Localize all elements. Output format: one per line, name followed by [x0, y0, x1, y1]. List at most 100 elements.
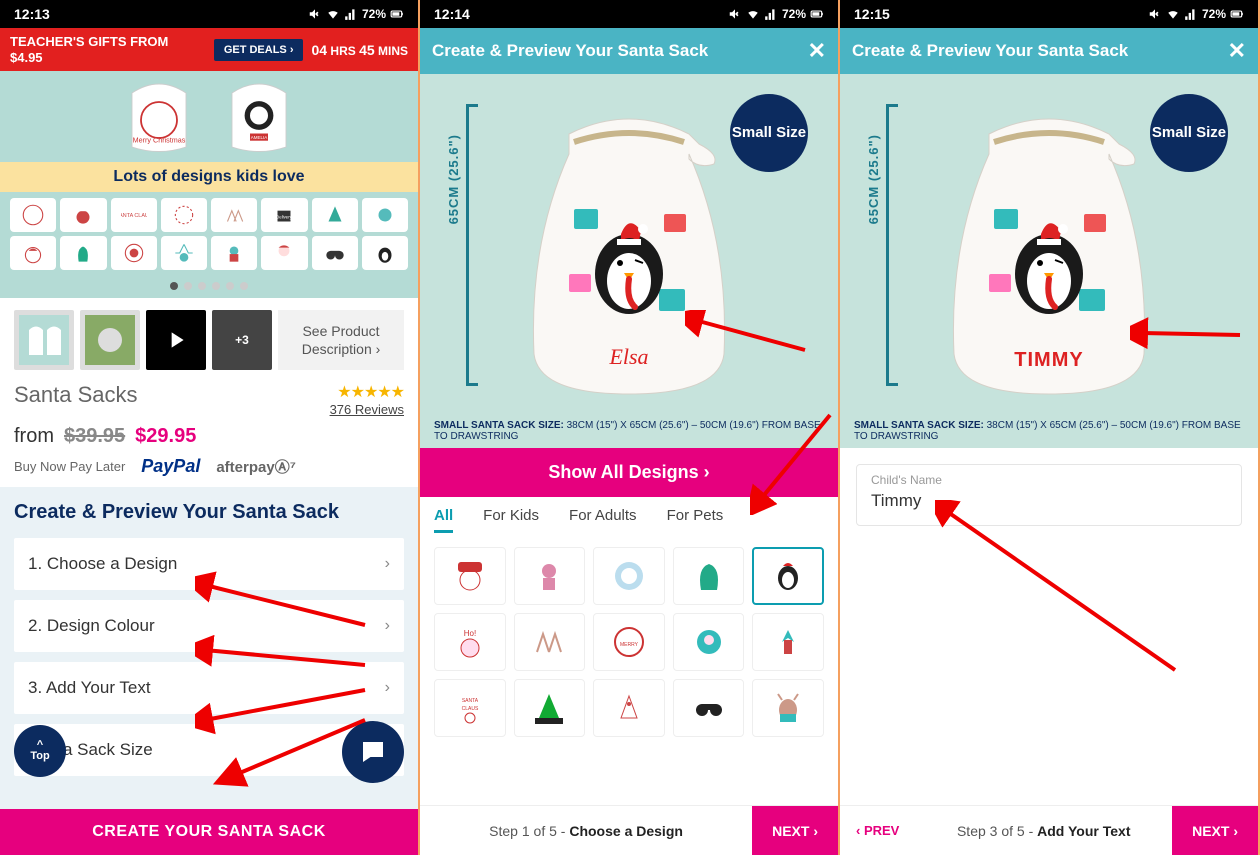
design-option[interactable] — [514, 613, 586, 671]
mini-design[interactable] — [312, 236, 358, 270]
mini-design[interactable] — [10, 236, 56, 270]
chat-button[interactable] — [342, 721, 404, 783]
see-description-button[interactable]: See Product Description › — [278, 310, 404, 370]
clock: 12:13 — [14, 6, 50, 22]
mini-design[interactable] — [312, 198, 358, 232]
designs-heading: Lots of designs kids love — [0, 162, 418, 192]
stars-icon: ★★★★★ — [330, 382, 404, 402]
mini-design[interactable] — [362, 198, 408, 232]
mini-design[interactable] — [10, 198, 56, 232]
name-panel: Child's Name Timmy — [840, 448, 1258, 805]
status-icons: 72% — [1148, 7, 1244, 21]
preview-area: 65CM (25.6") Small Size Elsa — [420, 74, 838, 414]
wifi-icon — [326, 7, 340, 21]
svg-text:Merry Christmas: Merry Christmas — [133, 136, 186, 145]
dot[interactable] — [240, 282, 248, 290]
mini-design[interactable]: Delivery — [261, 198, 307, 232]
svg-text:SANTA: SANTA — [462, 698, 479, 704]
mini-design[interactable] — [60, 236, 106, 270]
next-button[interactable]: NEXT › — [752, 806, 838, 855]
design-option[interactable]: MERRY — [593, 613, 665, 671]
mini-design[interactable] — [211, 198, 257, 232]
mini-design[interactable] — [261, 236, 307, 270]
design-option-selected[interactable] — [752, 547, 824, 605]
tab-all[interactable]: All — [434, 507, 453, 533]
hero-sack-2: AMELIA — [214, 75, 304, 156]
chevron-right-icon: › — [385, 617, 390, 635]
tab-kids[interactable]: For Kids — [483, 507, 539, 533]
scroll-top-button[interactable]: ^ Top — [14, 725, 66, 777]
design-option[interactable] — [673, 613, 745, 671]
design-option[interactable]: SANTACLAUS — [434, 679, 506, 737]
reviews-link[interactable]: 376 Reviews — [330, 402, 404, 417]
mini-design[interactable] — [161, 198, 207, 232]
modal-title: Create & Preview Your Santa Sack — [432, 41, 708, 61]
wifi-icon — [746, 7, 760, 21]
mini-design[interactable] — [161, 236, 207, 270]
bnpl-row: Buy Now Pay Later PayPal afterpayⒶ⁷ — [0, 452, 418, 487]
get-deals-button[interactable]: GET DEALS › — [214, 39, 304, 61]
mute-icon — [1148, 7, 1162, 21]
mini-design[interactable]: SANTA CLAUS — [111, 198, 157, 232]
countdown: 04 HRS 45 MINS — [311, 42, 408, 58]
status-bar: 12:13 72% — [0, 0, 418, 28]
battery-icon — [1230, 7, 1244, 21]
promo-bar: TEACHER'S GIFTS FROM $4.95 GET DEALS › 0… — [0, 28, 418, 71]
step-choose-design[interactable]: 1. Choose a Design› — [14, 538, 404, 590]
next-button[interactable]: NEXT › — [1172, 806, 1258, 855]
svg-text:SANTA CLAUS: SANTA CLAUS — [121, 213, 147, 219]
step-design-colour[interactable]: 2. Design Colour› — [14, 600, 404, 652]
paypal-logo: PayPal — [141, 456, 200, 477]
status-bar: 12:15 72% — [840, 0, 1258, 28]
dot[interactable] — [170, 282, 178, 290]
mini-design[interactable] — [362, 236, 408, 270]
new-price: $29.95 — [135, 425, 196, 448]
design-option[interactable] — [434, 547, 506, 605]
old-price: $39.95 — [64, 425, 125, 448]
prev-button[interactable]: ‹ PREV — [840, 823, 915, 838]
design-option[interactable] — [752, 613, 824, 671]
design-option[interactable] — [514, 547, 586, 605]
media-more-thumb[interactable]: +3 — [212, 310, 272, 370]
media-video-thumb[interactable] — [146, 310, 206, 370]
height-label: 65CM (25.6") — [866, 134, 881, 224]
design-tabs: All For Kids For Adults For Pets — [420, 497, 838, 533]
title-row: Santa Sacks ★★★★★ 376 Reviews — [0, 382, 418, 421]
dot[interactable] — [184, 282, 192, 290]
design-option[interactable] — [752, 679, 824, 737]
modal-header: Create & Preview Your Santa Sack ✕ — [420, 28, 838, 74]
design-option[interactable] — [673, 547, 745, 605]
mini-design[interactable] — [211, 236, 257, 270]
design-option[interactable]: Ho! — [434, 613, 506, 671]
design-option[interactable] — [593, 679, 665, 737]
price-row: from $39.95 $29.95 — [0, 421, 418, 452]
mini-design[interactable] — [60, 198, 106, 232]
media-thumb-2[interactable] — [80, 310, 140, 370]
dot[interactable] — [212, 282, 220, 290]
hero: Merry Christmas AMELIA Lots of designs k… — [0, 71, 418, 298]
step-indicator: Step 3 of 5 - Add Your Text — [915, 823, 1172, 839]
mini-design[interactable] — [111, 236, 157, 270]
design-option[interactable] — [673, 679, 745, 737]
name-input-label: Child's Name — [871, 473, 1227, 487]
modal-header: Create & Preview Your Santa Sack ✕ — [840, 28, 1258, 74]
product-title: Santa Sacks — [14, 382, 138, 408]
dot[interactable] — [226, 282, 234, 290]
dot[interactable] — [198, 282, 206, 290]
close-icon[interactable]: ✕ — [1228, 38, 1246, 64]
hero-sacks: Merry Christmas AMELIA — [0, 71, 418, 162]
name-input[interactable]: Child's Name Timmy — [856, 464, 1242, 526]
design-option[interactable] — [593, 547, 665, 605]
tab-adults[interactable]: For Adults — [569, 507, 637, 533]
chat-icon — [358, 737, 388, 767]
media-thumb-1[interactable] — [14, 310, 74, 370]
close-icon[interactable]: ✕ — [808, 38, 826, 64]
create-cta-button[interactable]: CREATE YOUR SANTA SACK — [0, 809, 418, 855]
show-all-designs-button[interactable]: Show All Designs › — [420, 448, 838, 497]
tab-pets[interactable]: For Pets — [667, 507, 724, 533]
step-add-text[interactable]: 3. Add Your Text› — [14, 662, 404, 714]
svg-text:Delivery: Delivery — [277, 214, 293, 219]
size-badge: Small Size — [730, 94, 808, 172]
name-input-value: Timmy — [871, 491, 1227, 511]
design-option[interactable] — [514, 679, 586, 737]
